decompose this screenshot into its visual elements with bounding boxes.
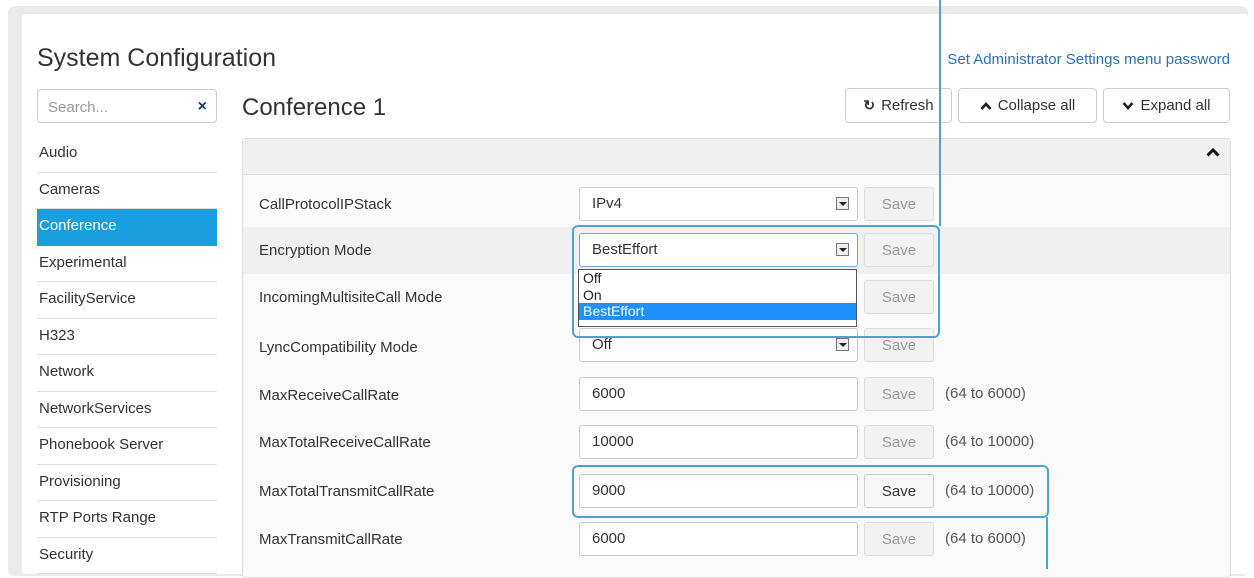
maxtransmitcallrate-input[interactable]: 6000 [579,522,858,556]
admin-password-link[interactable]: Set Administrator Settings menu password [947,51,1230,68]
maxreceivecallrate-input[interactable]: 6000 [579,377,858,411]
maxtotalreceivecallrate-input[interactable]: 10000 [579,425,858,459]
setting-label: MaxTotalReceiveCallRate [259,434,431,451]
setting-label: Encryption Mode [259,242,372,259]
setting-label: LyncCompatibility Mode [259,339,418,356]
callout-line [939,0,941,226]
sidebar-item-networkservices[interactable]: NetworkServices [37,392,217,428]
callout-line [1046,517,1048,569]
setting-label: MaxTotalTransmitCallRate [259,483,435,500]
panel-header[interactable] [243,139,1230,175]
sidebar-item-conference[interactable]: Conference [37,209,217,246]
chevron-up-icon [980,98,992,114]
select-value: Off [592,336,612,353]
sidebar-item-network[interactable]: Network [37,355,217,392]
panel-collapse-icon[interactable] [1206,145,1220,159]
refresh-icon: ↻ [863,97,876,113]
section-title: Conference 1 [242,94,387,121]
setting-label: MaxReceiveCallRate [259,387,400,404]
refresh-button[interactable]: ↻ Refresh [845,88,952,123]
sidebar-item-facilityservice[interactable]: FacilityService [37,282,217,319]
expand-all-label: Expand all [1140,97,1211,114]
save-button[interactable]: Save [864,187,934,221]
dropdown-arrow-icon[interactable] [836,197,849,210]
sidebar-item-experimental[interactable]: Experimental [37,246,217,282]
setting-row: MaxTotalReceiveCallRate 10000 Save (64 t… [243,419,1230,466]
search-box: × [37,89,217,123]
page-title: System Configuration [37,44,277,72]
callout-box [572,225,940,338]
save-button[interactable]: Save [864,425,934,459]
sidebar-item-phonebook-server[interactable]: Phonebook Server [37,428,217,465]
search-input[interactable] [46,96,190,118]
sidebar-nav: Audio Cameras Conference Experimental Fa… [37,136,217,574]
range-hint: (64 to 10000) [945,433,1035,450]
callprotocolipstack-select[interactable]: IPv4 [579,187,858,221]
sidebar-item-rtp-ports-range[interactable]: RTP Ports Range [37,501,217,538]
setting-label: MaxTransmitCallRate [259,531,403,548]
sidebar-item-h323[interactable]: H323 [37,319,217,355]
callout-box [572,465,1049,518]
dropdown-arrow-icon[interactable] [836,338,849,351]
save-button[interactable]: Save [864,377,934,411]
collapse-all-button[interactable]: Collapse all [958,88,1097,123]
setting-row: MaxReceiveCallRate 6000 Save (64 to 6000… [243,372,1230,419]
setting-row: CallProtocolIPStack IPv4 Save [243,181,1230,228]
range-hint: (64 to 6000) [945,530,1026,547]
chevron-down-icon [1122,98,1134,114]
clear-search-icon[interactable]: × [198,98,207,116]
setting-label: CallProtocolIPStack [259,196,392,213]
expand-all-button[interactable]: Expand all [1103,88,1230,123]
select-value: IPv4 [592,195,623,212]
sidebar-item-cameras[interactable]: Cameras [37,173,217,209]
refresh-label: Refresh [881,97,934,114]
setting-label: IncomingMultisiteCall Mode [259,289,443,306]
sidebar-item-provisioning[interactable]: Provisioning [37,465,217,501]
setting-row: MaxTransmitCallRate 6000 Save (64 to 600… [243,516,1230,563]
collapse-all-label: Collapse all [997,97,1076,114]
range-hint: (64 to 6000) [945,385,1026,402]
sidebar-item-audio[interactable]: Audio [37,136,217,173]
save-button[interactable]: Save [864,522,934,556]
